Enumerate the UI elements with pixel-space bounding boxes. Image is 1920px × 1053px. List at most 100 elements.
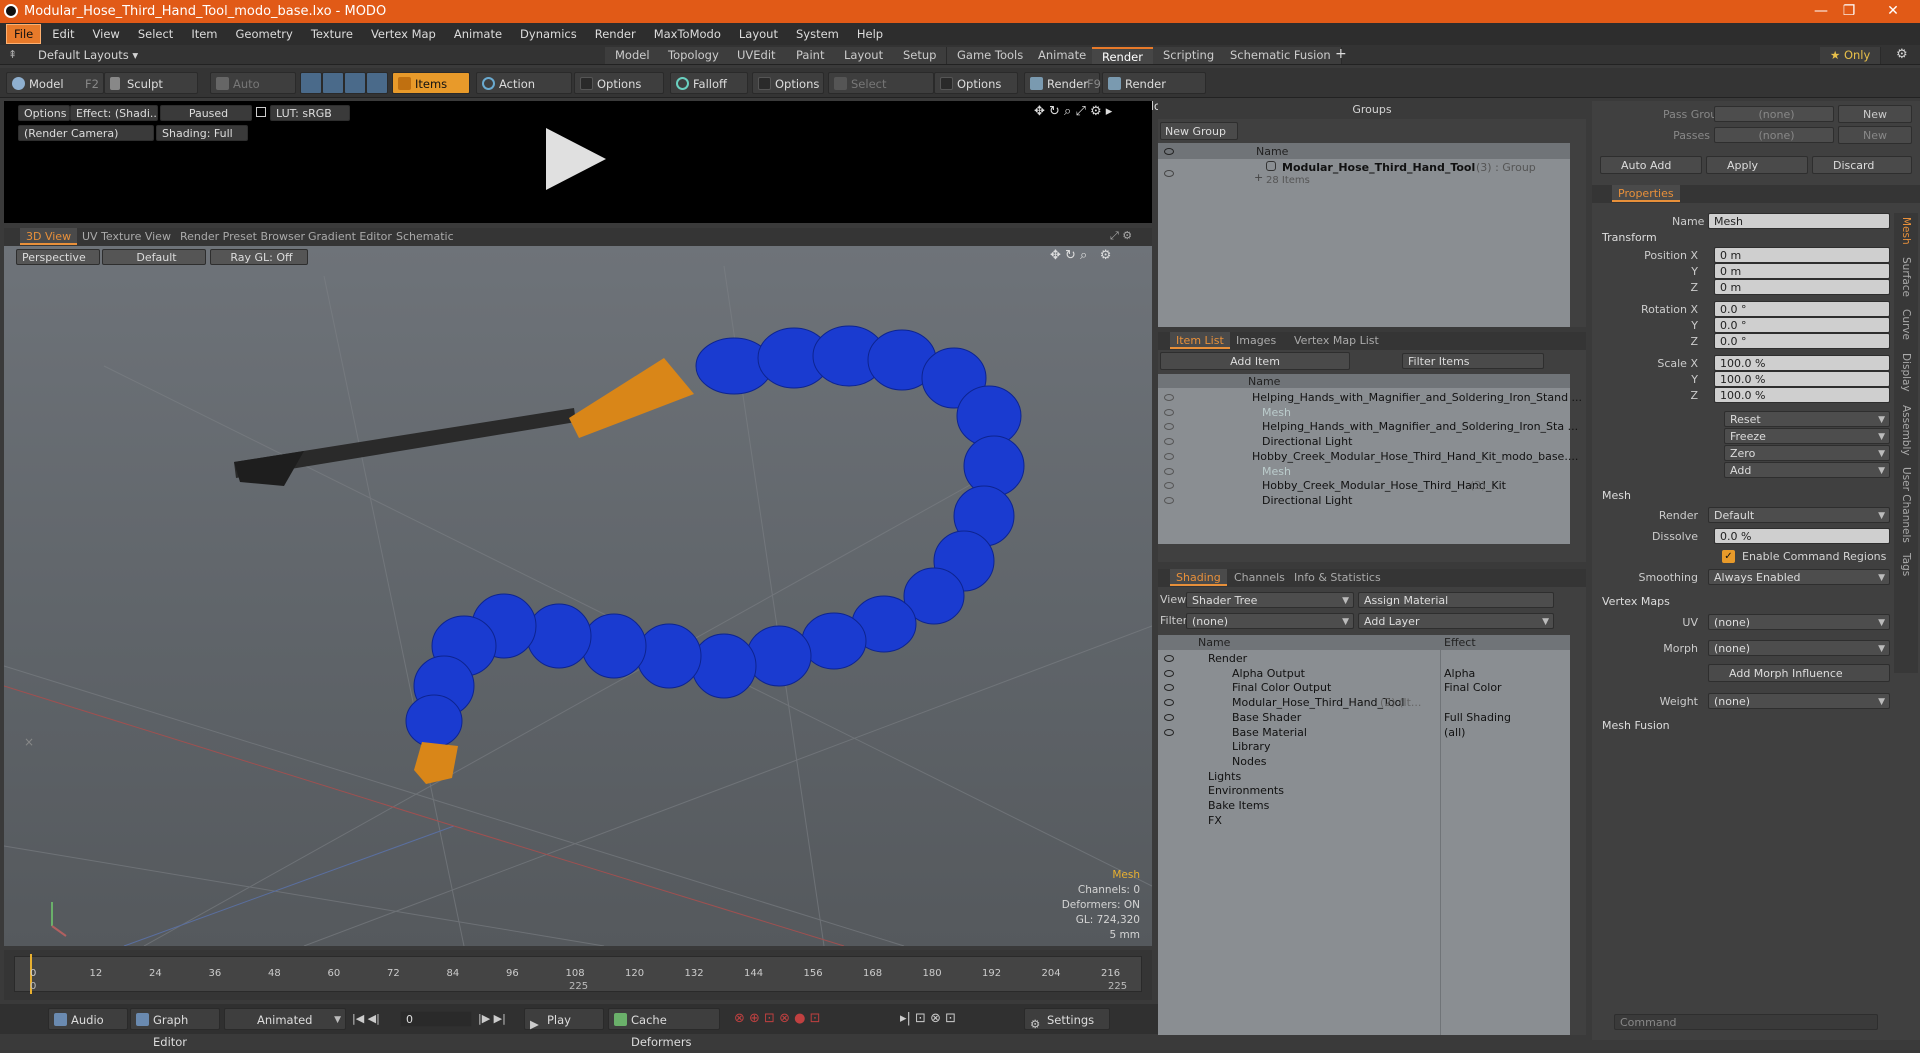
render-window-button[interactable]: Render Window [1102, 72, 1206, 113]
eye-icon[interactable] [1164, 438, 1174, 446]
menu-edit[interactable]: Edit [45, 25, 81, 43]
tab-topology[interactable]: Topology [658, 47, 730, 64]
shader-effect[interactable]: Alpha [1444, 666, 1475, 681]
position-z-input[interactable]: 0 m [1714, 279, 1890, 295]
dissolve-input[interactable]: 0.0 % [1714, 528, 1890, 544]
polygons-mode-button[interactable] [344, 72, 366, 94]
play-icon[interactable] [544, 126, 608, 192]
tab-render[interactable]: Render [1092, 47, 1154, 64]
item-list-row[interactable]: Mesh [1158, 464, 1570, 479]
reset-dropdown[interactable]: Reset ▼ [1724, 411, 1890, 427]
side-tab-display[interactable]: Display [1900, 353, 1912, 392]
tab-scripting[interactable]: Scripting [1153, 47, 1226, 64]
cache-deformers-button[interactable]: Cache Deformers [608, 1008, 720, 1049]
weight-dropdown[interactable]: (none) ▼ [1708, 693, 1890, 709]
tab-model[interactable]: Model [605, 47, 661, 64]
lut-dropdown[interactable]: LUT: sRGB [270, 105, 350, 121]
tab-schematic[interactable]: Schematic [390, 228, 460, 245]
default-layouts-dropdown[interactable]: Default Layouts ▾ [38, 48, 138, 62]
side-tab-mesh[interactable]: Mesh [1900, 217, 1912, 245]
eye-icon[interactable] [1164, 669, 1174, 677]
graph-editor-button[interactable]: Graph Editor [130, 1008, 220, 1049]
apply-button[interactable]: Apply [1706, 156, 1808, 174]
expand-icon[interactable]: + [1254, 171, 1263, 184]
tab-shading[interactable]: Shading [1170, 569, 1227, 586]
menu-render[interactable]: Render [588, 25, 643, 43]
add-morph-influence-button[interactable]: Add Morph Influence [1708, 664, 1890, 682]
render-camera-dropdown[interactable]: (Render Camera) [18, 125, 154, 141]
action-center-button[interactable]: Action Center [476, 72, 572, 113]
new-pass-group-button[interactable]: New [1838, 105, 1912, 123]
shader-row[interactable]: Modular_Hose_Third_Hand_Tool (2) (It... [1158, 695, 1570, 710]
side-tab-user-channels[interactable]: User Channels [1900, 467, 1912, 543]
tab-images[interactable]: Images [1230, 332, 1282, 349]
tab-3d-view[interactable]: 3D View [20, 228, 78, 245]
tab-paint[interactable]: Paint [786, 47, 836, 64]
play-button[interactable]: ▶ Play [524, 1008, 604, 1031]
add-item-button[interactable]: Add Item [1160, 352, 1350, 370]
key-record-icons[interactable]: ⊗ ⊕ ⊡ ⊗ ● ⊡ [734, 1011, 820, 1026]
vertices-mode-button[interactable] [300, 72, 322, 94]
edges-mode-button[interactable] [322, 72, 344, 94]
layout-arrow-icon[interactable]: ⇞ [8, 48, 17, 61]
rotation-x-input[interactable]: 0.0 ° [1714, 301, 1890, 317]
eye-icon[interactable] [1164, 170, 1174, 177]
eye-icon[interactable] [1164, 496, 1174, 504]
preview-nav-icons[interactable]: ✥ ↻ ⌕ ⤢ ⚙ ▸ [1034, 104, 1112, 119]
tab-channels[interactable]: Channels [1228, 569, 1291, 586]
3d-viewport[interactable]: Perspective Default Ray GL: Off ✥ ↻ ⌕ ⚙ [4, 246, 1152, 946]
menu-dynamics[interactable]: Dynamics [513, 25, 584, 43]
shader-row[interactable]: FX [1158, 813, 1570, 828]
add-tab-icon[interactable]: + [1335, 46, 1347, 62]
eye-icon[interactable] [1164, 713, 1174, 721]
vertex-maps-section[interactable]: Vertex Maps [1602, 595, 1670, 608]
item-list-row[interactable]: Hobby_Creek_Modular_Hose_Third_Hand_Kit(… [1158, 478, 1570, 493]
menu-view[interactable]: View [86, 25, 127, 43]
shader-row[interactable]: Base Material (all) [1158, 725, 1570, 740]
filter-dropdown[interactable]: (none) ▼ [1186, 613, 1354, 629]
auto-select-button[interactable]: Auto Select [210, 72, 296, 113]
tab-gradient-editor[interactable]: Gradient Editor [302, 228, 398, 245]
transform-section[interactable]: Transform [1602, 231, 1657, 244]
menu-item[interactable]: Item [184, 25, 224, 43]
select-options-button[interactable]: Options [934, 72, 1018, 94]
item-list-row[interactable]: Directional Light [1158, 493, 1570, 508]
shader-effect[interactable]: Full Shading [1444, 710, 1511, 725]
settings-button[interactable]: ⚙ Settings [1024, 1008, 1110, 1031]
shader-effect[interactable]: Final Color [1444, 680, 1502, 695]
auto-add-button[interactable]: Auto Add [1600, 156, 1702, 174]
position-x-input[interactable]: 0 m [1714, 247, 1890, 263]
tab-vertex-map-list[interactable]: Vertex Map List [1288, 332, 1385, 349]
item-list-row[interactable]: Mesh [1158, 405, 1570, 420]
position-y-input[interactable]: 0 m [1714, 263, 1890, 279]
tab-uv-texture-view[interactable]: UV Texture View [76, 228, 177, 245]
shader-row[interactable]: Final Color Output Final Color [1158, 680, 1570, 695]
uv-dropdown[interactable]: (none) ▼ [1708, 614, 1890, 630]
action-center-options-button[interactable]: Options [574, 72, 664, 94]
discard-button[interactable]: Discard [1812, 156, 1912, 174]
menu-file[interactable]: File [6, 24, 42, 44]
group-item-name[interactable]: Modular_Hose_Third_Hand_Tool [1282, 161, 1475, 174]
shader-row[interactable]: Environments [1158, 783, 1570, 798]
viewport-maximize-icon[interactable]: ⤢ ⚙ [1110, 229, 1132, 243]
tab-animate[interactable]: Animate [1028, 47, 1098, 64]
view-dropdown[interactable]: Shader Tree ▼ [1186, 592, 1354, 608]
enable-command-regions-checkbox[interactable]: ✓ [1722, 550, 1735, 563]
menu-select[interactable]: Select [131, 25, 180, 43]
select-through-button[interactable]: Select Through [828, 72, 934, 113]
eye-icon[interactable] [1164, 467, 1174, 475]
tab-item-list[interactable]: Item List [1170, 332, 1230, 349]
menu-layout[interactable]: Layout [732, 25, 785, 43]
maximize-button[interactable]: ❐ [1826, 0, 1872, 23]
shader-row[interactable]: Bake Items [1158, 798, 1570, 813]
eye-icon[interactable] [1164, 482, 1174, 490]
transport-back-icons[interactable]: |◀ ◀| [352, 1012, 380, 1025]
frame-input[interactable]: 0 [400, 1011, 472, 1027]
menu-texture[interactable]: Texture [304, 25, 360, 43]
item-list-row[interactable]: Helping_Hands_with_Magnifier_and_Solderi… [1158, 390, 1582, 405]
scale-z-input[interactable]: 100.0 % [1714, 387, 1890, 403]
gear-icon[interactable]: ⚙ [1896, 47, 1908, 62]
menu-geometry[interactable]: Geometry [229, 25, 300, 43]
only-toggle[interactable]: ★ Only [1820, 47, 1882, 64]
item-list-row[interactable]: Directional Light [1158, 434, 1570, 449]
